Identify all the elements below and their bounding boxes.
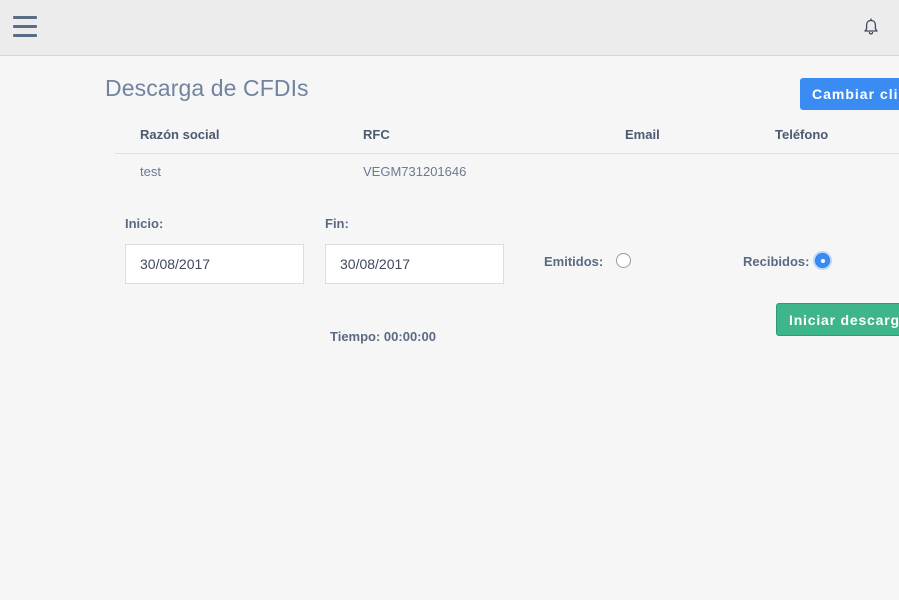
emitidos-label: Emitidos: [544,254,604,269]
start-download-button[interactable]: Iniciar descarga [776,303,899,336]
page-title: Descarga de CFDIs [105,75,309,101]
column-header-razon-social: Razón social [140,127,220,142]
inicio-date-input[interactable] [125,244,304,284]
timer-text: Tiempo: 00:00:00 [330,329,436,344]
cell-razon-social: test [140,164,161,179]
column-header-telefono: Teléfono [775,127,829,142]
bell-icon[interactable] [862,18,880,36]
column-header-email: Email [625,127,660,142]
fin-label: Fin: [325,216,349,231]
recibidos-radio[interactable] [815,253,830,268]
recibidos-label: Recibidos: [743,254,810,269]
cell-rfc: VEGM731201646 [363,164,467,179]
column-header-rfc: RFC [363,127,390,142]
top-bar [0,0,899,56]
inicio-label: Inicio: [125,216,164,231]
emitidos-radio[interactable] [616,253,631,268]
table-divider [115,153,899,154]
change-client-button[interactable]: Cambiar cliente [800,78,899,110]
hamburger-icon[interactable] [13,16,37,38]
fin-date-input[interactable] [325,244,504,284]
